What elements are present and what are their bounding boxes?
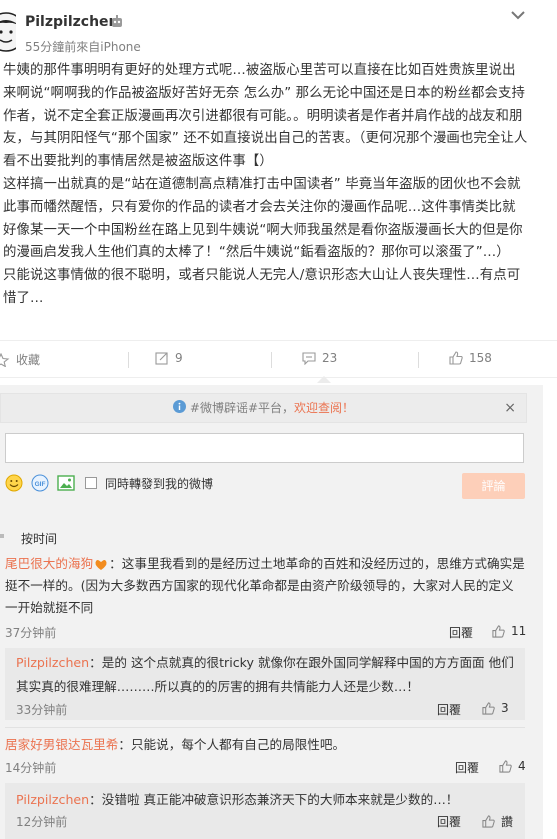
reply-button[interactable]: 回覆 xyxy=(449,624,473,641)
reply-button[interactable]: 回覆 xyxy=(455,759,479,776)
comment-divider xyxy=(5,727,525,728)
comment-author[interactable]: Pilzpilzchen xyxy=(16,655,89,670)
like-button[interactable]: 158 xyxy=(449,351,492,365)
comment-author[interactable]: Pilzpilzchen xyxy=(16,792,89,807)
info-icon xyxy=(172,400,186,413)
reply-button[interactable]: 回覆 xyxy=(437,813,461,830)
post-paragraph: 牛姨的那件事明明有更好的处理方式呢…被盗版心里苦可以直接在比如百姓贵族里说出来啊… xyxy=(3,63,528,170)
repost-checkbox[interactable] xyxy=(85,477,97,489)
comment-author[interactable]: 尾巴很大的海狗 xyxy=(5,556,93,571)
comment-like-button[interactable]: 讚 xyxy=(482,813,513,830)
comment-button[interactable]: 23 xyxy=(302,351,337,365)
comment-like-button[interactable]: 4 xyxy=(499,759,526,773)
post-body: 牛姨的那件事明明有更好的处理方式呢…被盗版心里苦可以直接在比如百姓贵族里说出来啊… xyxy=(3,60,528,311)
comment-like-count: 11 xyxy=(511,624,527,638)
favorite-button[interactable]: 收藏 xyxy=(0,351,40,368)
sub-reply: Pilzpilzchen：是的 这个点就真的很tricky 就像你在跟外国同学解… xyxy=(5,648,525,720)
comment-time: 37分钟前 xyxy=(5,626,57,640)
composer-tools: GIF 同時轉發到我的微博 xyxy=(5,473,213,493)
comment-like-count: 4 xyxy=(518,759,526,773)
post-paragraph: 只能说这事情做的很不聪明，或者只能说人无完人/意识形态大山让人丧失理性…有点可惜… xyxy=(3,268,521,306)
svg-text:GIF: GIF xyxy=(35,481,46,488)
thumbs-up-icon xyxy=(482,701,495,715)
submit-comment-button[interactable]: 評論 xyxy=(462,473,525,499)
comment-like-count: 讚 xyxy=(501,815,514,829)
thumbs-up-icon xyxy=(449,351,463,365)
emoji-icon[interactable] xyxy=(5,474,23,492)
reply-button[interactable]: 回覆 xyxy=(437,701,461,718)
vip-badge-icon xyxy=(95,560,107,570)
star-icon xyxy=(0,352,10,367)
action-divider xyxy=(128,352,129,368)
repost-icon xyxy=(155,352,168,365)
chevron-down-icon[interactable] xyxy=(509,6,527,24)
comment-icon xyxy=(302,352,316,365)
username[interactable]: Pilzpilzchen xyxy=(25,14,119,30)
comment-time: 14分钟前 xyxy=(5,761,57,775)
notice-text: #微博辟谣#平台， xyxy=(189,401,295,415)
comment-text: ：只能说，每个人都有自己的局限性吧。 xyxy=(118,737,346,752)
comment-input[interactable] xyxy=(5,433,524,463)
thumbs-up-icon xyxy=(499,759,512,773)
comment-item: 尾巴很大的海狗 ：这事里我看到的是经历过土地革命的百姓和没经历过的，思维方式确实… xyxy=(5,553,525,619)
close-icon[interactable]: × xyxy=(504,394,516,422)
comment-text: ：是的 这个点就真的很tricky 就像你在跟外国同学解释中国的方方面面 他们其… xyxy=(16,655,514,694)
favorite-label: 收藏 xyxy=(16,353,41,367)
robot-badge-icon xyxy=(112,15,122,27)
comment-item: 居家好男银达瓦里希：只能说，每个人都有自己的局限性吧。 xyxy=(5,734,525,756)
action-bar: 收藏 9 23 158 xyxy=(0,340,557,383)
thumbs-up-icon xyxy=(482,815,495,828)
comment-time: 33分钟前 xyxy=(16,703,68,717)
notice-link[interactable]: 欢迎查阅！ xyxy=(294,401,354,415)
action-divider xyxy=(271,352,272,368)
sub-reply-content: Pilzpilzchen：没错啦 真正能冲破意识形态兼济天下的大师本来就是少数的… xyxy=(16,788,521,812)
sort-marker xyxy=(0,534,4,538)
gif-icon[interactable]: GIF xyxy=(31,474,49,492)
action-divider xyxy=(418,352,419,368)
post-header: Pilzpilzchen 55分鐘前來自iPhone xyxy=(0,0,557,56)
sub-reply: Pilzpilzchen：没错啦 真正能冲破意识形态兼济天下的大师本来就是少数的… xyxy=(5,783,525,839)
like-count: 158 xyxy=(469,351,492,365)
comment-like-button[interactable]: 11 xyxy=(492,624,526,638)
comment-author[interactable]: 居家好男银达瓦里希 xyxy=(5,737,118,752)
comment-time: 12分钟前 xyxy=(16,815,68,829)
repost-button[interactable]: 9 xyxy=(155,351,183,365)
comment-count: 23 xyxy=(322,351,338,365)
avatar[interactable] xyxy=(0,12,16,52)
comment-like-button[interactable]: 3 xyxy=(482,701,509,715)
rumor-notice: #微博辟谣#平台，欢迎查阅！ × xyxy=(0,393,527,423)
repost-count: 9 xyxy=(175,351,183,365)
thumbs-up-icon xyxy=(492,624,505,638)
image-icon[interactable] xyxy=(57,474,75,492)
comment-like-count: 3 xyxy=(501,701,509,715)
sub-reply-content: Pilzpilzchen：是的 这个点就真的很tricky 就像你在跟外国同学解… xyxy=(16,651,521,699)
comment-text: ：没错啦 真正能冲破意识形态兼济天下的大师本来就是少数的…！ xyxy=(89,792,459,807)
repost-checkbox-label: 同時轉發到我的微博 xyxy=(105,476,214,491)
post-paragraph: 这样搞一出就真的是“站在道德制高点精准打击中国读者” 毕竟当年盗版的团伙也不会就… xyxy=(3,176,523,261)
post-meta: 55分鐘前來自iPhone xyxy=(25,40,141,54)
sort-by-time[interactable]: 按时间 xyxy=(21,530,57,547)
